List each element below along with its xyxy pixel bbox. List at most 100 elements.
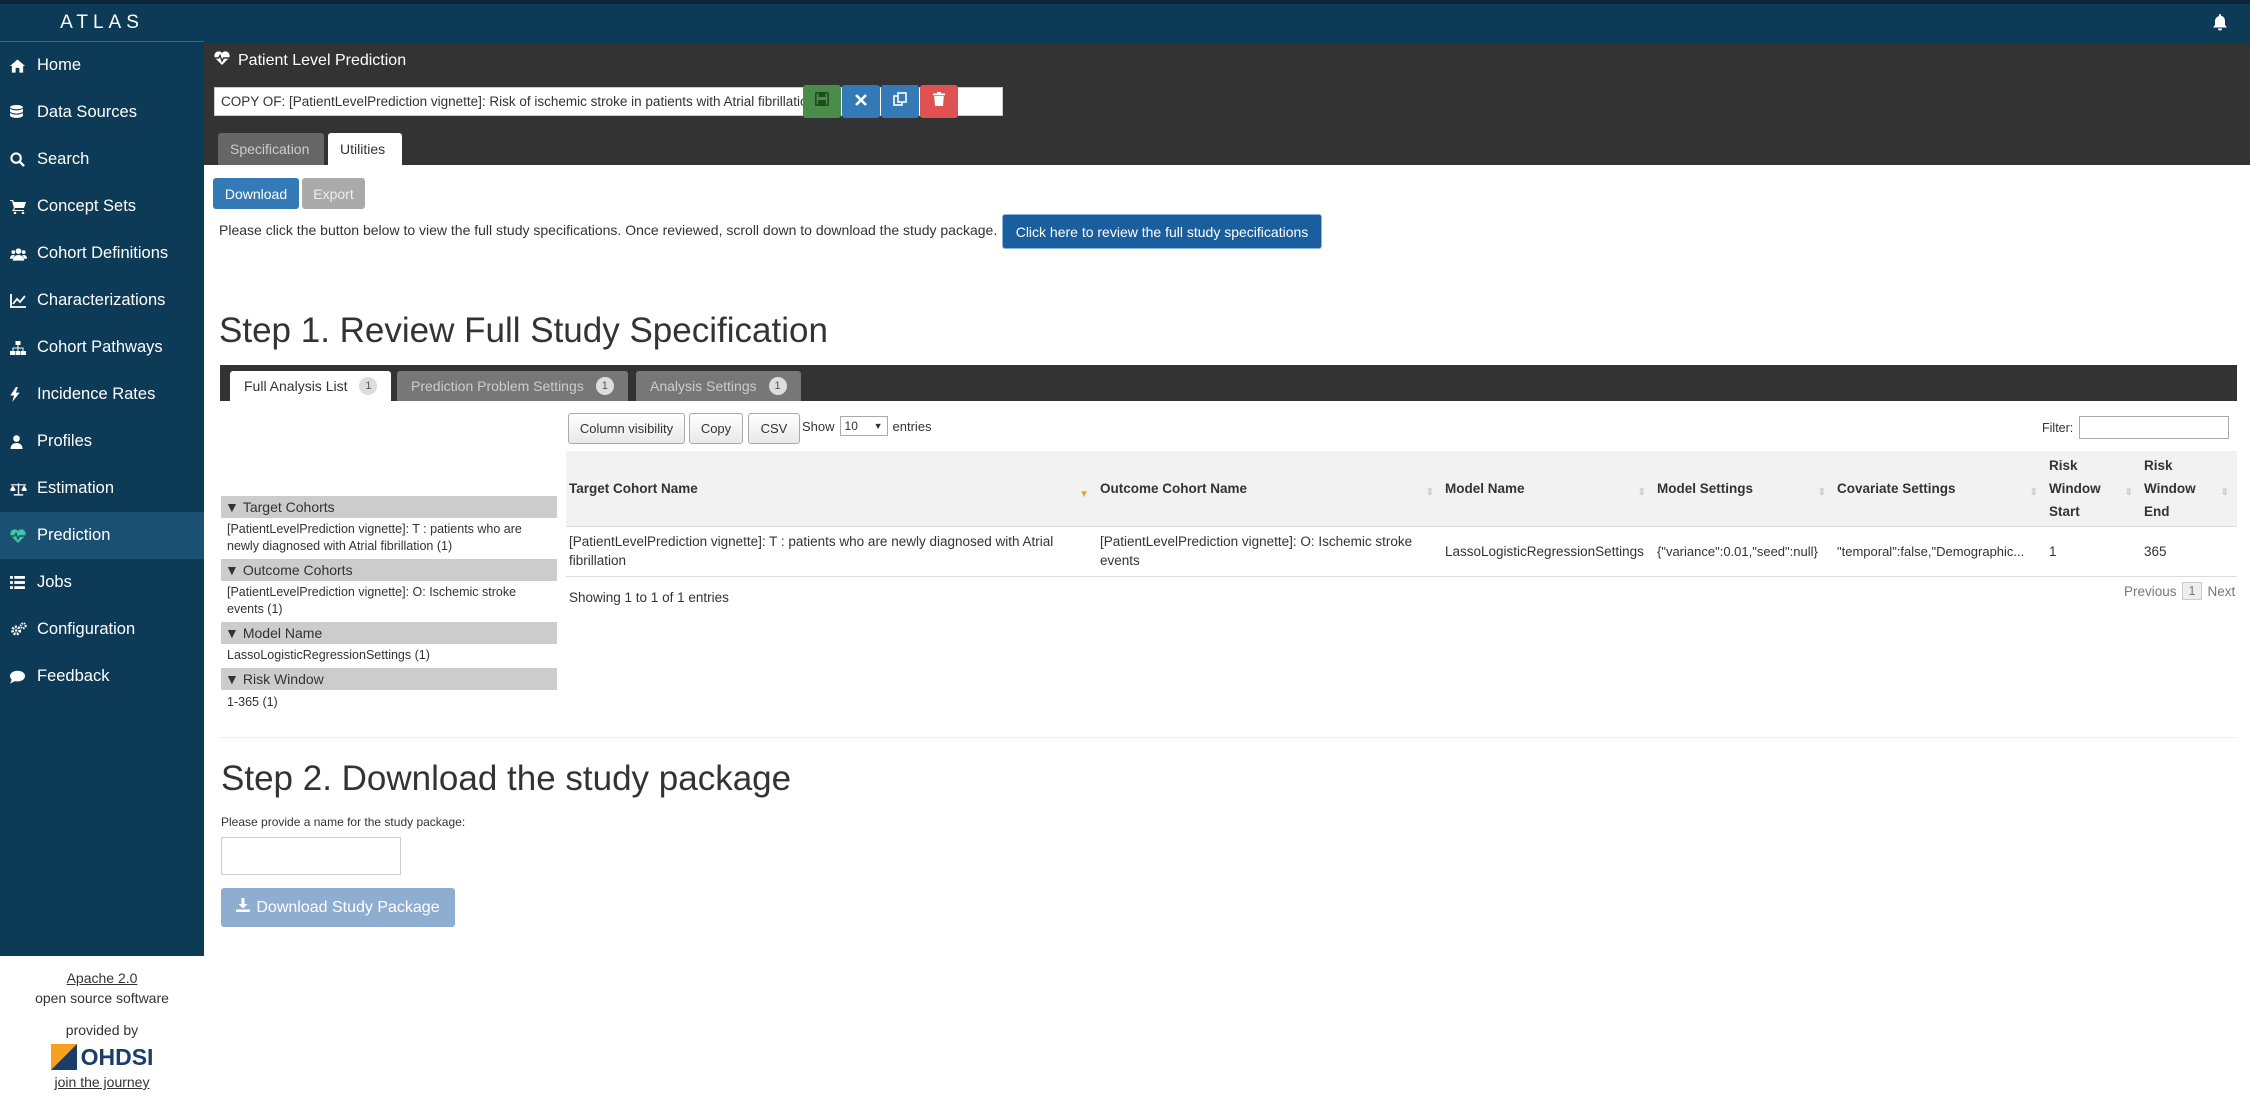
close-button[interactable] — [842, 85, 880, 118]
column-visibility-button[interactable]: Column visibility — [568, 413, 685, 444]
delete-button[interactable] — [920, 85, 958, 118]
sidebar-item-jobs[interactable]: Jobs — [0, 559, 204, 606]
column-header[interactable]: Covariate Settings ⇕ — [1834, 451, 2046, 527]
review-specifications-button[interactable]: Click here to review the full study spec… — [1002, 214, 1322, 249]
comment-icon — [10, 670, 37, 684]
sitemap-icon — [10, 340, 37, 355]
column-header[interactable]: Outcome Cohort Name ⇕ — [1097, 451, 1442, 527]
apache-license-link[interactable]: Apache 2.0 — [67, 970, 138, 986]
column-header-label: Risk Window Start — [2049, 457, 2101, 519]
facet-item[interactable]: LassoLogisticRegressionSettings (1) — [227, 647, 547, 664]
export-tab-button[interactable]: Export — [302, 178, 365, 209]
facet-outcome-cohorts[interactable]: ▼ Outcome Cohorts — [221, 559, 557, 581]
sidebar-item-label: Prediction — [37, 526, 111, 544]
tab-prediction-problem-settings[interactable]: Prediction Problem Settings 1 — [397, 371, 628, 401]
column-header[interactable]: Risk Window End ⇕ — [2141, 451, 2237, 527]
sidebar-item-cohort-definitions[interactable]: Cohort Definitions — [0, 230, 204, 277]
sidebar-item-feedback[interactable]: Feedback — [0, 653, 204, 700]
facet-target-cohorts[interactable]: ▼ Target Cohorts — [221, 496, 557, 518]
column-header[interactable]: Risk Window Start ⇕ — [2046, 451, 2141, 527]
column-header[interactable]: Model Name ⇕ — [1442, 451, 1654, 527]
facet-model-name[interactable]: ▼ Model Name — [221, 622, 557, 644]
bell-icon[interactable] — [2212, 14, 2228, 36]
sidebar-item-data-sources[interactable]: Data Sources — [0, 89, 204, 136]
copy-button[interactable] — [881, 85, 919, 118]
tab-specification[interactable]: Specification — [218, 133, 324, 165]
sidebar-item-estimation[interactable]: Estimation — [0, 465, 204, 512]
download-study-package-label: Download Study Package — [256, 898, 440, 916]
table-cell: LassoLogisticRegressionSettings — [1442, 526, 1654, 577]
sidebar-item-concept-sets[interactable]: Concept Sets — [0, 183, 204, 230]
facet-item[interactable]: [PatientLevelPrediction vignette]: T : p… — [227, 521, 547, 555]
app-brand[interactable]: ATLAS — [0, 0, 204, 42]
next-page-button[interactable]: Next — [2207, 584, 2235, 599]
download-tab-button[interactable]: Download — [213, 178, 299, 209]
facet-title: Target Cohorts — [242, 499, 335, 515]
page-title-text: Patient Level Prediction — [238, 51, 407, 69]
column-header-label: Risk Window End — [2144, 457, 2196, 519]
sidebar-item-label: Home — [37, 56, 82, 74]
heartbeat-icon — [10, 528, 37, 543]
facet-title: Outcome Cohorts — [242, 562, 353, 578]
facet-item[interactable]: 1-365 (1) — [227, 694, 547, 711]
sidebar-item-configuration[interactable]: Configuration — [0, 606, 204, 653]
sort-icon: ⇕ — [2029, 487, 2038, 498]
search-icon — [10, 152, 37, 167]
column-header-label: Covariate Settings — [1837, 480, 1956, 496]
column-header[interactable]: Target Cohort Name ▼ — [566, 451, 1097, 527]
page-button[interactable]: 1 — [2181, 582, 2203, 600]
tab-label: Full Analysis List — [244, 378, 348, 394]
sidebar-item-profiles[interactable]: Profiles — [0, 418, 204, 465]
provided-by-text: provided by — [65, 1022, 139, 1038]
sidebar-item-cohort-pathways[interactable]: Cohort Pathways — [0, 324, 204, 371]
sidebar-item-prediction[interactable]: Prediction — [0, 512, 204, 559]
heartbeat-icon — [214, 51, 230, 70]
sort-icon: ⇕ — [1817, 487, 1826, 498]
sidebar-item-label: Configuration — [37, 620, 136, 638]
sidebar-item-search[interactable]: Search — [0, 136, 204, 183]
tab-utilities[interactable]: Utilities — [328, 133, 402, 165]
sidebar-item-label: Search — [37, 150, 90, 168]
count-badge: 1 — [359, 377, 378, 395]
atlas-app: ATLAS Home Data Sources Search Concept S… — [0, 0, 2250, 1102]
section-divider — [220, 737, 2237, 738]
facet-item[interactable]: [PatientLevelPrediction vignette]: O: Is… — [227, 584, 547, 618]
csv-button[interactable]: CSV — [748, 413, 800, 444]
sidebar-item-home[interactable]: Home — [0, 42, 204, 89]
users-icon — [10, 247, 37, 261]
page-title: Patient Level Prediction — [214, 51, 406, 70]
filter-input[interactable] — [2079, 416, 2230, 439]
copy-table-button[interactable]: Copy — [689, 413, 743, 444]
show-label: Show — [802, 418, 835, 434]
facet-risk-window[interactable]: ▼ Risk Window — [221, 668, 557, 690]
ohdsi-logo-icon — [50, 1044, 77, 1070]
step2-heading: Step 2. Download the study package — [221, 759, 792, 798]
tab-full-analysis-list[interactable]: Full Analysis List 1 — [230, 371, 392, 401]
download-icon — [236, 898, 251, 917]
save-button[interactable] — [803, 85, 841, 118]
balance-scale-icon — [10, 482, 37, 496]
sort-desc-icon: ▼ — [1079, 489, 1089, 500]
sidebar-item-incidence-rates[interactable]: Incidence Rates — [0, 371, 204, 418]
download-study-package-button[interactable]: Download Study Package — [221, 888, 455, 927]
top-bar — [204, 0, 2250, 43]
tab-analysis-settings[interactable]: Analysis Settings 1 — [636, 371, 801, 401]
shopping-cart-icon — [10, 199, 37, 214]
join-journey-link[interactable]: join the journey — [55, 1074, 150, 1090]
sidebar-item-characterizations[interactable]: Characterizations — [0, 277, 204, 324]
previous-page-button[interactable]: Previous — [2124, 584, 2177, 599]
sort-icon: ⇕ — [2124, 487, 2133, 498]
bolt-icon — [10, 387, 37, 402]
table-row[interactable]: [PatientLevelPrediction vignette]: T : p… — [566, 526, 2237, 577]
facet-title: Model Name — [242, 625, 323, 641]
close-icon — [855, 93, 867, 111]
line-chart-icon — [10, 293, 37, 308]
filter-icon: ▼ — [225, 625, 239, 641]
entries-select[interactable]: 10 ▼ — [839, 416, 888, 436]
table-cell: {"variance":0.01,"seed":null} — [1654, 526, 1834, 577]
column-header[interactable]: Model Settings ⇕ — [1654, 451, 1834, 527]
sidebar-nav: Home Data Sources Search Concept Sets Co… — [0, 42, 204, 700]
license-text: open source software — [35, 990, 169, 1006]
tab-label: Analysis Settings — [650, 378, 757, 394]
package-name-input[interactable] — [221, 837, 401, 875]
